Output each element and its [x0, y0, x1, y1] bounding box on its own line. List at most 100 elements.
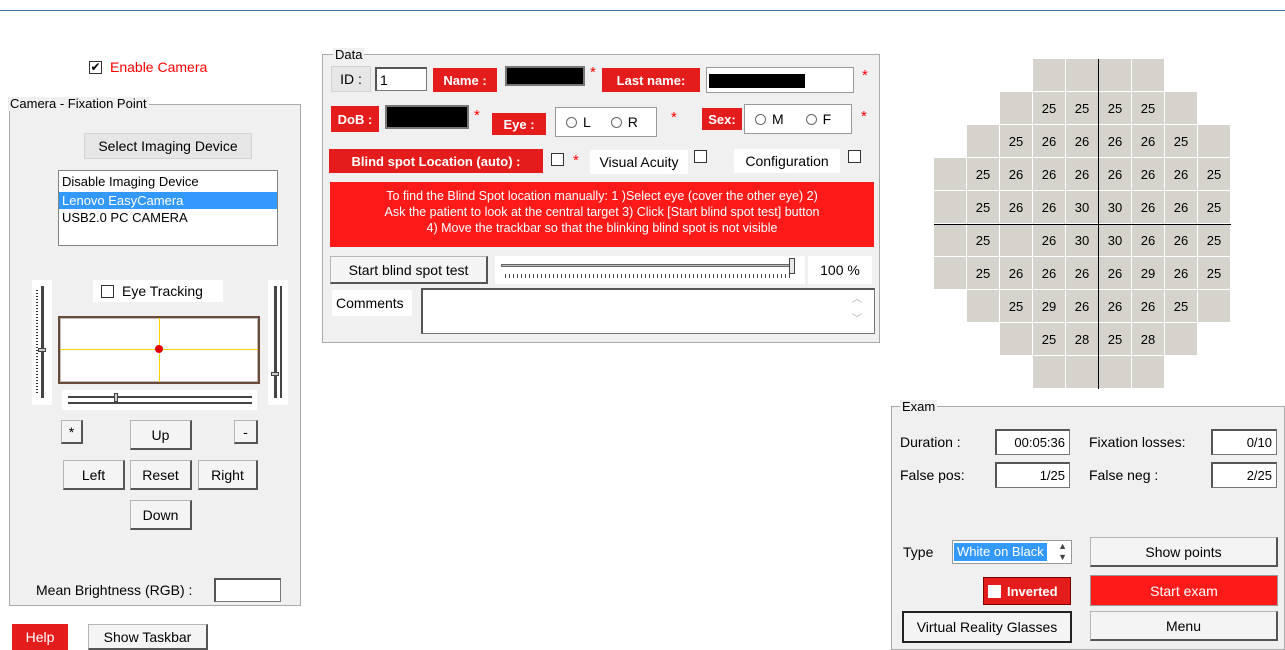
field-cell: 26: [1033, 191, 1065, 223]
field-cell: [934, 158, 966, 190]
exam-group-title: Exam: [900, 399, 938, 414]
radio-female-label: F: [822, 111, 832, 127]
left-vertical-trackbar[interactable]: [32, 280, 52, 405]
blindspot-auto-checkbox[interactable]: [551, 153, 564, 166]
select-imaging-device-button[interactable]: Select Imaging Device: [84, 133, 252, 159]
spinner-down-icon[interactable]: ▼: [1058, 552, 1067, 563]
field-cell: [1198, 290, 1230, 322]
trackbar-thumb[interactable]: [271, 372, 279, 376]
field-cell: 26: [1099, 158, 1131, 190]
sex-radio-group[interactable]: M F: [744, 104, 852, 134]
radio-female[interactable]: [805, 113, 817, 125]
trackbar-thumb[interactable]: [114, 393, 118, 402]
configuration-label: Configuration: [734, 149, 840, 173]
field-cell: [934, 224, 966, 256]
field-cell: 30: [1066, 191, 1098, 223]
blindspot-trackbar[interactable]: [495, 256, 805, 284]
reset-button[interactable]: Reset: [130, 460, 192, 490]
field-cell: 26: [1099, 257, 1131, 289]
zoom-out-button[interactable]: -: [234, 420, 258, 444]
type-select[interactable]: White on Black ▲ ▼: [952, 540, 1072, 564]
name-label: Name :: [433, 68, 497, 92]
field-cell: [1066, 356, 1098, 388]
chevron-down-icon[interactable]: ﹀: [849, 310, 865, 330]
right-vertical-trackbar[interactable]: [268, 280, 288, 405]
help-button[interactable]: Help: [12, 624, 68, 650]
blindspot-instructions: To find the Blind Spot location manually…: [330, 182, 874, 247]
left-button[interactable]: Left: [63, 460, 125, 490]
device-list-item[interactable]: Disable Imaging Device: [59, 171, 277, 192]
name-field[interactable]: [505, 66, 585, 86]
enable-camera-check-icon: ✔: [89, 60, 102, 74]
eye-tracking-checkbox[interactable]: Eye Tracking: [93, 280, 223, 302]
field-cell: 25: [1198, 257, 1230, 289]
field-cell: 26: [1099, 125, 1131, 157]
field-cell: [1099, 59, 1131, 91]
field-cell: 29: [1132, 257, 1164, 289]
dob-field[interactable]: [385, 105, 469, 129]
configuration-checkbox[interactable]: [848, 150, 861, 163]
device-list[interactable]: Disable Imaging Device Lenovo EasyCamera…: [58, 170, 278, 246]
trackbar-thumb[interactable]: [789, 258, 795, 274]
radio-male[interactable]: [755, 113, 766, 125]
chevron-up-icon[interactable]: ︿: [849, 290, 865, 310]
field-cell: 25: [1033, 92, 1065, 124]
zoom-in-button[interactable]: *: [61, 420, 83, 444]
false-neg-value: 2/25: [1211, 462, 1277, 488]
id-label: ID :: [331, 66, 371, 92]
field-cell: [1066, 59, 1098, 91]
field-cell: 25: [1099, 92, 1131, 124]
field-cell: 26: [1132, 125, 1164, 157]
field-cell: 30: [1099, 191, 1131, 223]
inverted-checkbox[interactable]: Inverted: [983, 577, 1071, 605]
menu-button[interactable]: Menu: [1090, 611, 1278, 641]
right-button[interactable]: Right: [198, 460, 258, 490]
required-mark: *: [671, 109, 677, 126]
lastname-field[interactable]: [706, 67, 854, 93]
field-cell: 25: [967, 224, 999, 256]
field-cell: 25: [1165, 290, 1197, 322]
field-cell: 25: [1198, 158, 1230, 190]
spinner-up-icon[interactable]: ▲: [1058, 541, 1067, 552]
trackbar-percent: 100 %: [808, 256, 872, 284]
required-mark: *: [590, 64, 596, 81]
device-list-item-selected[interactable]: Lenovo EasyCamera: [59, 192, 277, 209]
sex-label: Sex:: [702, 108, 742, 130]
vr-glasses-button[interactable]: Virtual Reality Glasses: [902, 611, 1072, 643]
field-cell: 30: [1066, 224, 1098, 256]
down-button[interactable]: Down: [130, 500, 192, 530]
radio-left-eye[interactable]: [566, 116, 577, 128]
show-taskbar-button[interactable]: Show Taskbar: [88, 624, 208, 650]
field-cell: [1165, 323, 1197, 355]
enable-camera-checkbox[interactable]: ✔ Enable Camera: [83, 56, 223, 78]
dob-label: DoB :: [331, 106, 379, 132]
required-mark: *: [474, 107, 480, 124]
field-cell: [967, 290, 999, 322]
field-cell: 25: [1000, 125, 1032, 157]
comments-scrollbar[interactable]: ︿ ﹀: [849, 290, 865, 332]
visual-acuity-checkbox[interactable]: [694, 150, 707, 163]
blindspot-auto-label: Blind spot Location (auto) :: [329, 149, 543, 173]
top-divider: [0, 10, 1285, 11]
device-list-item[interactable]: USB2.0 PC CAMERA: [59, 209, 277, 226]
comments-textarea[interactable]: [421, 288, 875, 334]
camera-preview: [58, 316, 260, 384]
field-cell: 26: [1099, 290, 1131, 322]
field-cell: 26: [1033, 125, 1065, 157]
data-group-title: Data: [333, 47, 365, 62]
field-cell: 26: [1066, 257, 1098, 289]
instruction-line: 4) Move the trackbar so that the blinkin…: [426, 221, 778, 235]
id-field[interactable]: 1: [375, 67, 427, 91]
start-blindspot-test-button[interactable]: Start blind spot test: [330, 256, 488, 284]
start-exam-button[interactable]: Start exam: [1090, 575, 1278, 606]
radio-right-eye[interactable]: [610, 116, 622, 128]
false-pos-value: 1/25: [995, 462, 1070, 488]
eye-label: Eye :: [492, 113, 546, 135]
trackbar-thumb[interactable]: [38, 348, 46, 352]
eye-radio-group[interactable]: L R: [555, 107, 657, 137]
up-button[interactable]: Up: [130, 420, 192, 450]
inverted-label: Inverted: [1007, 583, 1058, 599]
field-cell: 30: [1099, 224, 1131, 256]
show-points-button[interactable]: Show points: [1090, 537, 1278, 567]
horizontal-trackbar[interactable]: [62, 390, 257, 410]
